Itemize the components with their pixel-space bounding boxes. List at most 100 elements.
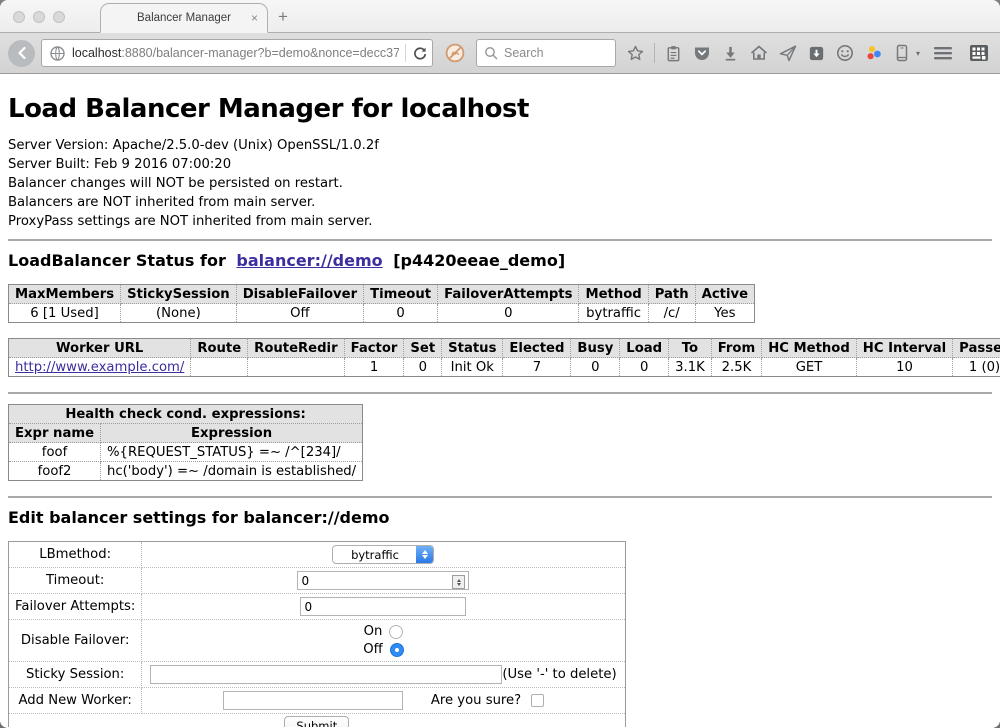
pocket-icon xyxy=(692,43,712,63)
downloads-button[interactable] xyxy=(721,44,740,63)
add-worker-label: Add New Worker: xyxy=(9,688,142,714)
number-spinner-icon[interactable] xyxy=(452,575,465,589)
table-cell xyxy=(191,358,248,377)
home-button[interactable] xyxy=(749,43,769,63)
smiley-icon xyxy=(835,43,855,63)
health-check-table: Health check cond. expressions: Expr nam… xyxy=(8,404,363,481)
disable-failover-field-cell: On Off xyxy=(142,620,625,662)
table-cell: Init Ok xyxy=(442,358,503,377)
timeout-field-cell xyxy=(142,568,625,594)
balancer-demo-link[interactable]: balancer://demo xyxy=(236,251,382,270)
smiley-button[interactable] xyxy=(835,43,855,63)
app-grid-icon xyxy=(968,43,990,63)
new-tab-button[interactable]: + xyxy=(278,7,288,27)
app-grid-button[interactable] xyxy=(968,43,990,63)
are-you-sure-checkbox[interactable] xyxy=(531,694,544,707)
phone-sync-button[interactable] xyxy=(893,43,911,63)
url-path: :8880/balancer-manager?b=demo&nonce=decc… xyxy=(121,46,399,60)
send-button[interactable] xyxy=(778,43,798,63)
titlebar: Balancer Manager × + xyxy=(0,0,1000,33)
table-header-cell: Busy xyxy=(571,339,620,358)
table-header-row: Health check cond. expressions: xyxy=(9,405,363,424)
menu-button[interactable] xyxy=(932,44,954,62)
table-header-cell: StickySession xyxy=(121,285,237,304)
persist-note-line: Balancer changes will NOT be persisted o… xyxy=(8,174,992,193)
add-worker-input[interactable] xyxy=(223,691,403,710)
url-bar[interactable]: localhost:8880/balancer-manager?b=demo&n… xyxy=(41,39,433,67)
table-header-cell: Set xyxy=(404,339,442,358)
table-cell: 3.1K xyxy=(669,358,712,377)
disable-failover-off-radio[interactable] xyxy=(390,643,404,657)
toolbar-icons: ▾ xyxy=(626,43,920,63)
table-cell: GET xyxy=(762,358,857,377)
save-box-icon xyxy=(807,44,826,63)
search-icon xyxy=(484,46,498,60)
server-version-line: Server Version: Apache/2.5.0-dev (Unix) … xyxy=(8,136,992,155)
radio-on-label: On xyxy=(364,624,383,639)
submit-button[interactable]: Submit xyxy=(284,716,349,727)
form-row-failover-attempts: Failover Attempts: xyxy=(9,594,626,620)
site-globe-icon xyxy=(49,45,66,62)
extension-dots-button[interactable] xyxy=(864,43,884,63)
search-input[interactable]: Search xyxy=(476,39,616,67)
table-header-cell: Status xyxy=(442,339,503,358)
tab-close-icon[interactable]: × xyxy=(251,12,258,24)
reload-button[interactable] xyxy=(412,45,428,61)
toolbar-divider xyxy=(654,43,655,63)
table-cell: Yes xyxy=(695,304,754,323)
pocket-button[interactable] xyxy=(692,43,712,63)
table-cell: 0 xyxy=(571,358,620,377)
zoom-window-button[interactable] xyxy=(53,11,65,23)
timeout-input[interactable] xyxy=(297,571,469,590)
worker-url-link[interactable]: http://www.example.com/ xyxy=(15,360,184,375)
section-divider xyxy=(8,239,992,241)
table-header-cell: Timeout xyxy=(364,285,438,304)
loadbalancer-status-heading: LoadBalancer Status for balancer://demo … xyxy=(8,251,992,270)
proxypass-note-line: ProxyPass settings are NOT inherited fro… xyxy=(8,212,992,231)
window-controls xyxy=(13,11,65,23)
send-icon xyxy=(778,43,798,63)
form-row-submit: Submit xyxy=(9,714,626,728)
minimize-window-button[interactable] xyxy=(33,11,45,23)
disable-failover-on-radio[interactable] xyxy=(389,625,403,639)
table-header-cell: DisableFailover xyxy=(236,285,363,304)
tab-balancer-manager[interactable]: Balancer Manager × xyxy=(100,3,268,33)
lbmethod-selected-value: bytraffic xyxy=(333,548,416,562)
table-header-cell: To xyxy=(669,339,712,358)
sticky-session-note: (Use '-' to delete) xyxy=(502,667,616,682)
url-text[interactable]: localhost:8880/balancer-manager?b=demo&n… xyxy=(72,46,399,60)
submit-row: Submit xyxy=(9,714,626,728)
table-cell: 0 xyxy=(438,304,579,323)
table-cell: 7 xyxy=(503,358,571,377)
failover-attempts-input[interactable] xyxy=(300,597,466,616)
table-header-cell: Expr name xyxy=(9,424,101,443)
table-header-cell: Active xyxy=(695,285,754,304)
expr-name-cell: foof2 xyxy=(9,462,101,481)
table-header-cell: Method xyxy=(579,285,648,304)
navigation-toolbar: localhost:8880/balancer-manager?b=demo&n… xyxy=(0,33,1000,74)
lbmethod-select[interactable]: bytraffic xyxy=(332,545,434,564)
chevron-down-icon[interactable]: ▾ xyxy=(916,49,920,58)
table-header-cell: From xyxy=(711,339,761,358)
health-table-title: Health check cond. expressions: xyxy=(9,405,363,424)
expression-cell: hc('body') =~ /domain is established/ xyxy=(101,462,363,481)
server-info: Server Version: Apache/2.5.0-dev (Unix) … xyxy=(8,136,992,231)
url-host: localhost xyxy=(72,46,121,60)
table-row: 6 [1 Used] (None) Off 0 0 bytraffic /c/ … xyxy=(9,304,755,323)
disable-failover-label: Disable Failover: xyxy=(9,620,142,662)
table-cell xyxy=(248,358,344,377)
table-cell: 2.5K xyxy=(711,358,761,377)
extension-dots-icon xyxy=(864,43,884,63)
content-blocked-button[interactable] xyxy=(444,42,466,64)
save-box-button[interactable] xyxy=(807,44,826,63)
sticky-session-input[interactable] xyxy=(150,665,502,684)
table-header-cell: Expression xyxy=(101,424,363,443)
close-window-button[interactable] xyxy=(13,11,25,23)
sticky-session-label: Sticky Session: xyxy=(9,662,142,688)
table-cell: /c/ xyxy=(648,304,695,323)
table-header-cell: Load xyxy=(620,339,669,358)
bookmark-star-button[interactable] xyxy=(626,44,645,63)
clipboard-button[interactable] xyxy=(664,44,683,63)
table-header-cell: Route xyxy=(191,339,248,358)
back-button[interactable] xyxy=(8,40,35,67)
